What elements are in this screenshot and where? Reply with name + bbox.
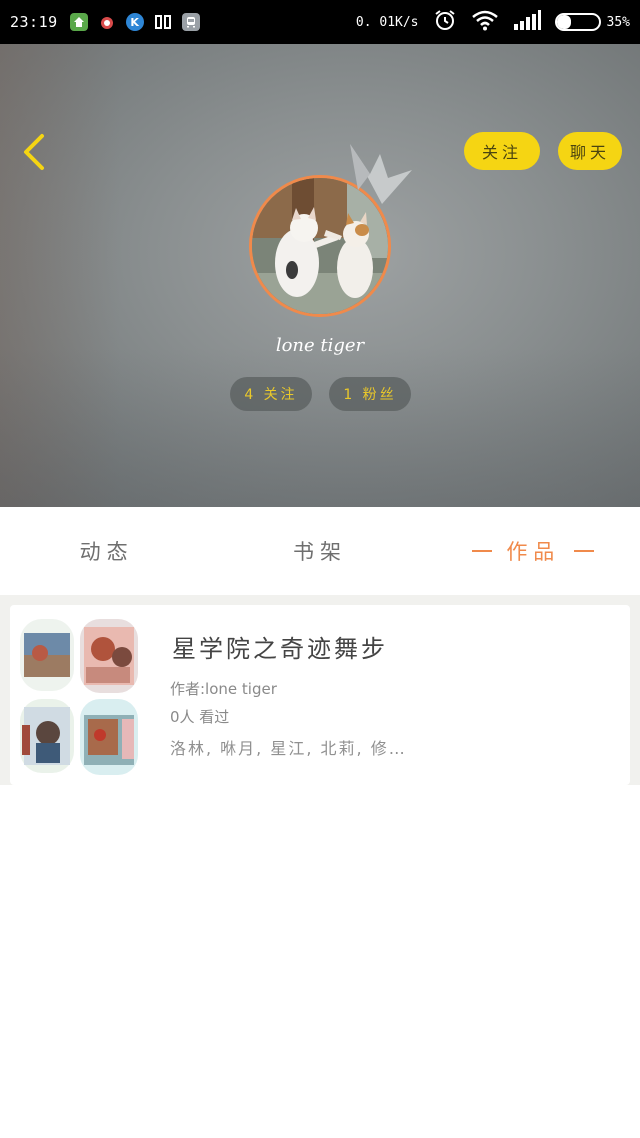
notification-icons: K [69, 13, 200, 31]
work-cover-image [18, 615, 140, 777]
tab-indicator-left [472, 550, 493, 552]
battery-icon [554, 13, 601, 31]
chat-button[interactable]: 聊天 [558, 132, 622, 170]
work-views: 0人 看过 [170, 708, 230, 726]
work-author: 作者:lone tiger [170, 680, 277, 698]
status-time: 23:19 [10, 13, 58, 31]
profile-header: 关注 聊天 lone tiger 4 关注 1 粉丝 [0, 44, 640, 507]
status-bar: 23:19 K 0. 01K/s 35% [0, 0, 640, 44]
tab-activity-label: 动态 [79, 540, 134, 564]
network-speed: 0. 01K/s [355, 14, 419, 30]
work-characters: 洛林, 咻月, 星江, 北莉, 修… [170, 739, 407, 758]
battery-percent: 35% [606, 14, 630, 30]
back-button[interactable] [16, 130, 52, 174]
bug-icon [98, 13, 116, 31]
home-icon [69, 13, 88, 31]
battery-indicator: 35% [554, 13, 630, 31]
following-count-button[interactable]: 4 关注 [230, 377, 312, 411]
tab-indicator-right [574, 550, 595, 552]
follow-button[interactable]: 关注 [464, 132, 540, 170]
wifi-icon [471, 9, 499, 35]
tab-activity[interactable]: 动态 [0, 536, 213, 566]
username: lone tiger [275, 335, 365, 356]
tab-works-label: 作品 [506, 540, 561, 564]
chevron-left-icon [24, 134, 44, 170]
alarm-icon [433, 8, 457, 36]
crown-icon [350, 144, 412, 204]
signal-icon [513, 10, 541, 34]
train-icon [181, 13, 200, 31]
tab-works[interactable]: 作品 [427, 536, 640, 566]
fans-count-button[interactable]: 1 粉丝 [329, 377, 411, 411]
k-app-icon: K [125, 13, 144, 31]
tab-bookshelf[interactable]: 书架 [213, 536, 426, 566]
work-title: 星学院之奇迹舞步 [172, 635, 388, 663]
profile-tabs: 动态 书架 作品 [0, 507, 640, 595]
list-item[interactable]: 星学院之奇迹舞步 作者:lone tiger 0人 看过 洛林, 咻月, 星江,… [10, 605, 630, 785]
book-icon [154, 13, 172, 31]
works-list: 星学院之奇迹舞步 作者:lone tiger 0人 看过 洛林, 咻月, 星江,… [0, 595, 640, 785]
tab-bookshelf-label: 书架 [292, 540, 347, 564]
